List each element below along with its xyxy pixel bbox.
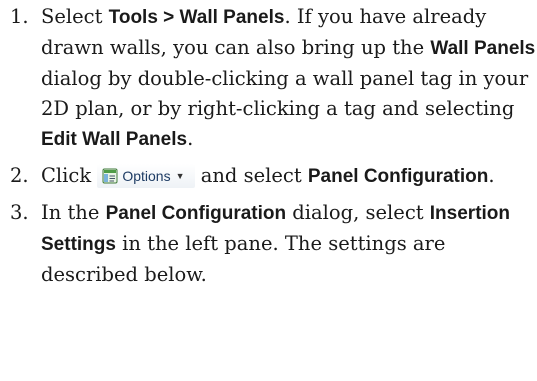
step-text: . — [488, 164, 495, 187]
menu-item-name: Edit Wall Panels — [41, 129, 188, 150]
options-panel-icon — [102, 168, 118, 184]
step-text: In the — [41, 201, 106, 224]
step-number: 1. — [10, 5, 29, 28]
dialog-name: Panel Configuration — [105, 203, 287, 224]
step-text: . — [187, 127, 194, 150]
instruction-steps: 1. Select Tools > Wall Panels. If you ha… — [0, 2, 537, 290]
step-text: dialog by double-clicking a wall panel t… — [41, 67, 529, 120]
options-button[interactable]: Options ▼ — [97, 164, 195, 188]
step-3: 3. In the Panel Configuration dialog, se… — [0, 198, 537, 290]
menu-path: Tools > Wall Panels — [108, 7, 285, 28]
step-2: 2. Click Options ▼ and select Panel Con­f… — [0, 161, 537, 192]
step-text: Click — [41, 164, 98, 187]
step-1: 1. Select Tools > Wall Panels. If you ha… — [0, 2, 537, 155]
options-button-label: Options — [122, 168, 171, 184]
step-text: dialog, select — [286, 201, 430, 224]
step-number: 3. — [10, 201, 29, 224]
menu-item-name: Panel Con­fig­uration — [307, 166, 489, 187]
step-text: and select — [194, 164, 308, 187]
step-text: Select — [41, 5, 109, 28]
step-number: 2. — [10, 164, 29, 187]
dialog-name: Wall Panels — [430, 38, 536, 59]
chevron-down-icon: ▼ — [175, 171, 185, 181]
